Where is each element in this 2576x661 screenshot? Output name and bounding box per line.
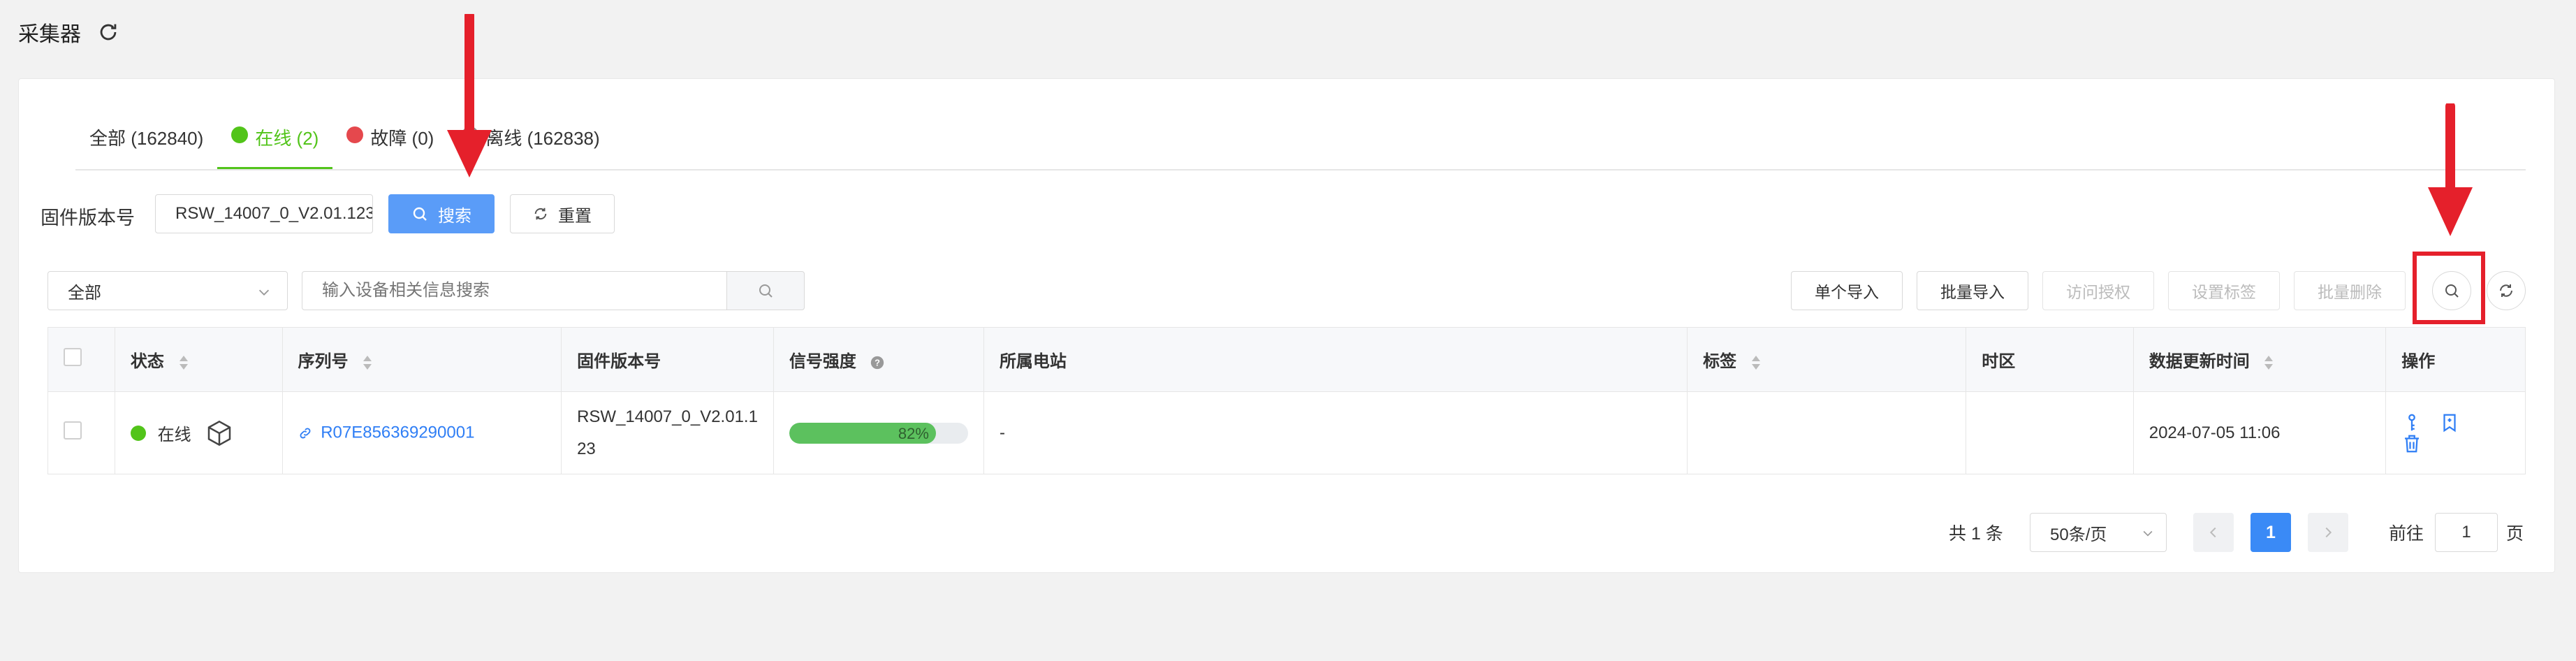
signal-percent: 82% [898,424,929,442]
goto-suffix: 页 [2506,524,2524,544]
tab-fault[interactable]: 故障 (0) [332,117,448,169]
serial-header[interactable]: 序列号 [282,327,562,392]
table-row: 在线 R07E856369290001 RSW_14007_0_V2.01.1 … [47,391,2526,474]
fault-dot-icon [346,126,364,143]
device-table: 状态 序列号 固件版本号 信号强度 ? 所属电站 标签 时区 数据更新时间 操作… [47,327,2526,474]
tag-header-label: 标签 [1703,352,1737,371]
next-page-button[interactable] [2308,513,2348,552]
page-title: 采集器 [18,23,81,46]
sort-icon[interactable] [177,354,190,372]
station-cell: - [983,391,1688,474]
signal-header: 信号强度 ? [773,327,984,392]
firmware-text-line2: 23 [577,439,596,458]
chevron-left-icon [2209,527,2216,538]
batch-delete-button[interactable]: 批量删除 [2294,271,2406,310]
firmware-cell: RSW_14007_0_V2.01.1 23 [561,391,774,474]
reset-button[interactable]: 重置 [510,194,615,233]
tag-header[interactable]: 标签 [1687,327,1967,392]
firmware-filter-label: 固件版本号 [41,208,135,228]
tab-label: 故障 (0) [370,128,434,149]
timezone-cell [1966,391,2134,474]
sort-icon[interactable] [2262,354,2275,372]
status-header-label: 状态 [130,352,164,371]
goto-prefix: 前往 [2389,524,2424,544]
chevron-right-icon [2325,527,2332,538]
device-box-icon[interactable] [205,419,233,447]
goto-page-value: 1 [2461,523,2471,542]
access-auth-button[interactable]: 访问授权 [2042,271,2154,310]
annotation-highlight-box [2413,252,2485,324]
scope-select[interactable]: 全部 [47,271,288,310]
serial-cell: R07E856369290001 [282,391,562,474]
keyword-search-button[interactable] [726,271,805,310]
page-number-current[interactable]: 1 [2251,513,2291,552]
search-icon [759,284,773,298]
online-dot-icon [231,126,249,143]
table-refresh-button[interactable] [2487,271,2526,310]
firmware-input[interactable]: RSW_14007_0_V2.01.123 [155,194,373,233]
signal-progress-bar: 82% [789,422,968,444]
status-cell: 在线 [115,391,283,474]
page-size-value: 50条/页 [2050,525,2107,544]
single-import-button[interactable]: 单个导入 [1791,271,1903,310]
tab-all[interactable]: 全部 (162840) [75,117,217,169]
updated-header-label: 数据更新时间 [2149,352,2250,371]
status-text: 在线 [157,426,191,444]
select-all-cell [47,327,115,392]
tab-label: 在线 (2) [255,128,319,149]
ops-header: 操作 [2385,327,2526,392]
search-button[interactable]: 搜索 [388,194,495,233]
page-title-row: 采集器 [18,17,120,48]
tab-label: 全部 (162840) [89,128,204,149]
delete-icon[interactable] [2401,433,2422,454]
help-icon[interactable]: ? [870,355,885,370]
annotation-arrow-search [447,14,492,177]
set-tag-button[interactable]: 设置标签 [2168,271,2280,310]
annotation-arrow-column-search [2428,103,2473,236]
updated-cell: 2024-07-05 11:06 [2133,391,2387,474]
refresh-icon[interactable] [96,20,120,44]
page-size-select[interactable]: 50条/页 [2030,513,2167,552]
pagination-total: 共 1 条 [1949,524,2003,544]
chevron-down-icon [2143,530,2153,537]
link-icon [300,428,310,439]
firmware-header: 固件版本号 [561,327,774,392]
timezone-header: 时区 [1966,327,2134,392]
signal-cell: 82% [773,391,984,474]
firmware-input-value: RSW_14007_0_V2.01.123 [175,204,373,223]
tab-label: 离线 (162838) [485,128,600,149]
sort-icon[interactable] [1750,354,1762,372]
reset-button-label: 重置 [558,206,592,226]
search-icon [413,207,427,221]
select-all-checkbox[interactable] [64,348,82,366]
row-select-cell [47,391,115,474]
tab-online[interactable]: 在线 (2) [217,117,333,169]
updated-header[interactable]: 数据更新时间 [2133,327,2387,392]
online-dot-icon [130,425,146,441]
serial-link[interactable]: R07E856369290001 [321,423,474,442]
scope-select-value: 全部 [68,283,101,303]
sort-icon[interactable] [361,354,374,372]
table-header-row: 状态 序列号 固件版本号 信号强度 ? 所属电站 标签 时区 数据更新时间 操作 [47,327,2526,392]
tag-cell [1687,391,1967,474]
ops-cell [2385,391,2526,474]
serial-header-label: 序列号 [298,352,349,371]
reset-icon [534,208,547,220]
signal-header-label: 信号强度 [789,352,856,371]
keyword-search-input[interactable] [302,271,728,310]
status-header[interactable]: 状态 [115,327,283,392]
firmware-text-line1: RSW_14007_0_V2.01.1 [577,407,758,426]
key-icon[interactable] [2401,412,2422,433]
batch-import-button[interactable]: 批量导入 [1917,271,2028,310]
refresh-icon [2500,284,2512,297]
chevron-down-icon [258,289,270,296]
goto-page-input[interactable]: 1 [2435,513,2498,552]
tag-icon[interactable] [2439,412,2460,433]
station-header: 所属电站 [983,327,1688,392]
search-button-label: 搜索 [438,206,471,226]
row-checkbox[interactable] [64,421,82,440]
prev-page-button[interactable] [2193,513,2234,552]
svg-text:?: ? [874,357,880,368]
